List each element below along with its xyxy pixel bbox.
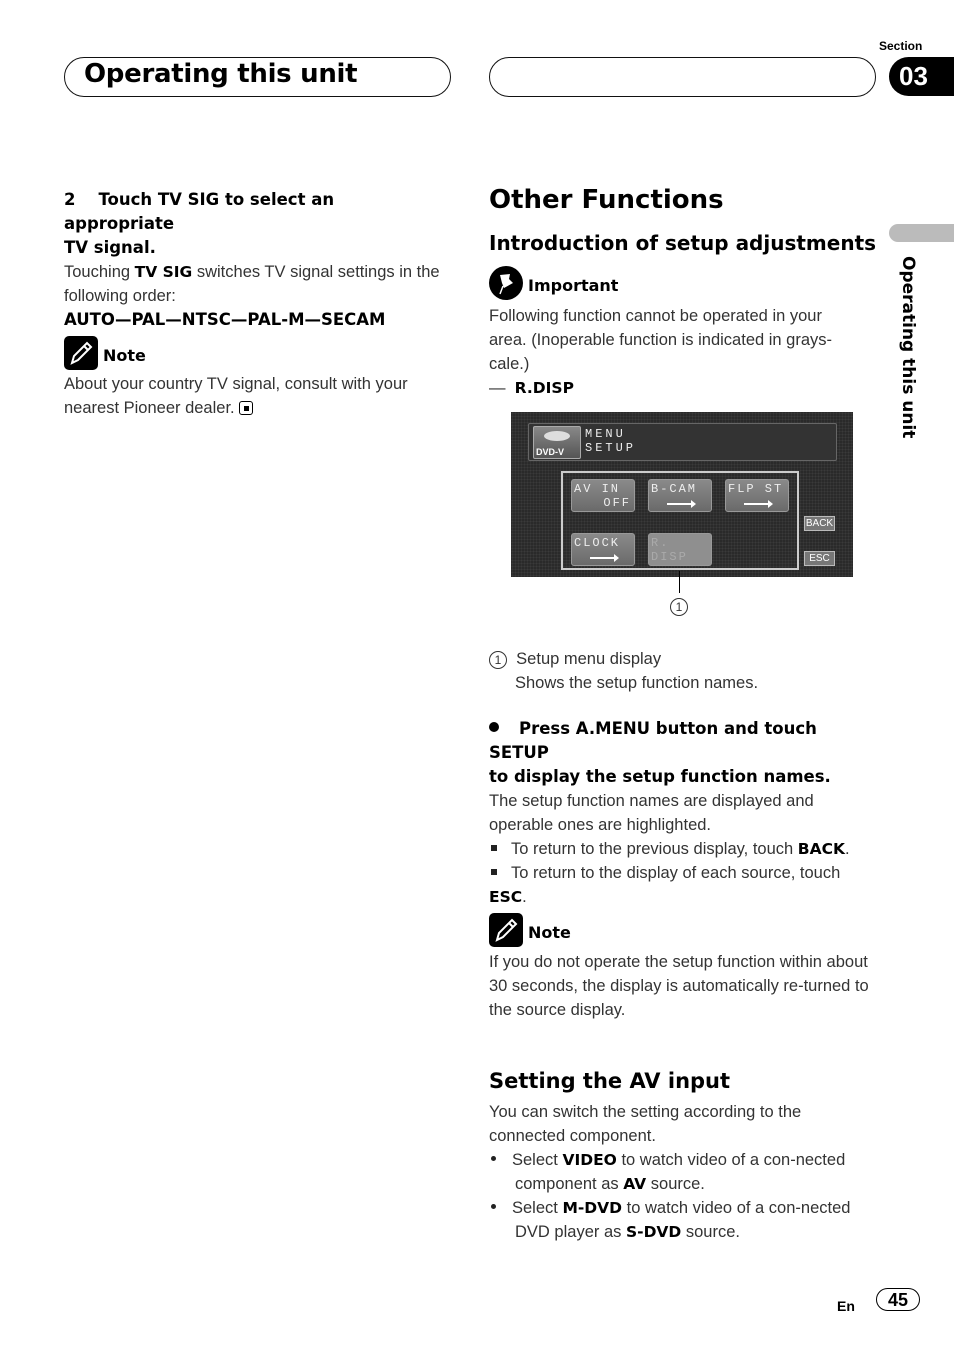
r-disp-button: R. DISP <box>648 533 712 566</box>
clock-label: CLOCK <box>574 536 621 550</box>
av-input-intro: You can switch the setting according to … <box>489 1103 802 1145</box>
side-tab-text: Operating this unit <box>898 256 918 439</box>
right-note-text: If you do not operate the setup function… <box>489 953 869 1019</box>
right-note-heading: Note <box>489 913 571 951</box>
bullet-text: To return to the previous display, touch <box>511 840 798 858</box>
page-number: 45 <box>876 1288 920 1311</box>
dvd-source-icon[interactable]: DVD-V <box>533 426 581 459</box>
bullet-bold: AV <box>623 1175 647 1193</box>
callout-marker: 1 <box>670 596 688 616</box>
important-label: Important <box>528 275 619 295</box>
step-body: Touching TV SIG switches TV signal setti… <box>64 260 444 308</box>
important-item-label: R.DISP <box>514 379 574 397</box>
step-2-block: 2 Touch TV SIG to select an appropriate … <box>64 188 444 332</box>
instruction-heading-line1: Press A.MENU button and touch SETUP <box>489 719 817 762</box>
flp-st-button[interactable]: FLP ST <box>725 479 789 512</box>
bullet-bold: VIDEO <box>562 1151 617 1169</box>
callout-line <box>679 571 680 593</box>
arrow-right-icon <box>667 500 696 508</box>
header-title: Operating this unit <box>84 59 358 89</box>
square-bullet-icon <box>491 869 497 875</box>
bullet-bold: ESC <box>489 888 523 906</box>
step-heading-line2: TV signal. <box>64 238 156 257</box>
end-mark-icon <box>239 401 254 415</box>
arrow-right-icon <box>744 500 773 508</box>
step-number: 2 <box>64 190 76 209</box>
bullet-text: source. <box>681 1223 740 1241</box>
instruction-bullet: To return to the previous display, touch… <box>489 837 874 861</box>
step-text-pre: Touching <box>64 263 135 281</box>
signal-order: AUTO—PAL—NTSC—PAL-M—SECAM <box>64 310 386 329</box>
bullet-text: source. <box>646 1175 705 1193</box>
step-heading-line1: Touch TV SIG to select an appropriate <box>64 190 335 233</box>
callout-number: 1 <box>670 598 688 616</box>
legend-item: 1 Setup menu display <box>489 647 869 671</box>
important-heading: Important <box>489 266 618 304</box>
av-in-button[interactable]: AV IN OFF <box>571 479 635 512</box>
bullet-bold: M-DVD <box>562 1199 623 1217</box>
step-text-bold: TV SIG <box>134 263 193 281</box>
left-note-text-block: About your country TV signal, consult wi… <box>64 372 439 420</box>
legend-number: 1 <box>489 651 507 669</box>
square-bullet-icon <box>491 845 497 851</box>
header-blank-frame <box>489 57 876 97</box>
setup-menu-screen: DVD-V MENU SETUP AV IN OFF B-CAM FLP ST … <box>511 412 853 577</box>
av-input-bullet: Select VIDEO to watch video of a con-nec… <box>489 1148 874 1196</box>
screen-menu-title: MENU SETUP <box>585 427 636 455</box>
important-item: — R.DISP <box>489 376 574 400</box>
legend-title: Setup menu display <box>516 650 662 668</box>
screen-menu-line2: SETUP <box>585 441 637 455</box>
legend-block: 1 Setup menu display Shows the setup fun… <box>489 647 869 695</box>
bullet-bold: S-DVD <box>625 1223 682 1241</box>
arrow-right-icon <box>590 554 619 562</box>
instruction-heading-line2: to display the setup function names. <box>489 767 831 786</box>
bullet-text: To return to the display of each source,… <box>511 864 841 882</box>
important-text: Following function cannot be operated in… <box>489 307 833 373</box>
b-cam-button[interactable]: B-CAM <box>648 479 712 512</box>
clock-button[interactable]: CLOCK <box>571 533 635 566</box>
important-item-dash: — <box>489 379 506 397</box>
left-note-heading: Note <box>64 336 146 374</box>
left-note-text: About your country TV signal, consult wi… <box>64 375 408 417</box>
language-label: En <box>837 1298 855 1314</box>
av-input-block: You can switch the setting according to … <box>489 1100 874 1244</box>
side-tab-marker <box>889 224 954 242</box>
source-logo-text: DVD-V <box>536 447 565 457</box>
bullet-text: Select <box>512 1199 563 1217</box>
section-label: Section <box>879 39 923 53</box>
step-heading: 2 Touch TV SIG to select an appropriate … <box>64 188 444 260</box>
bullet-post: . <box>844 840 850 858</box>
pushpin-important-icon <box>489 266 523 304</box>
instruction-block: Press A.MENU button and touch SETUP to d… <box>489 717 874 909</box>
pencil-note-icon <box>489 913 523 951</box>
bullet-post: . <box>522 888 527 906</box>
other-functions-title: Other Functions <box>489 185 724 215</box>
left-note-label: Note <box>103 345 146 365</box>
screen-menu-line1: MENU <box>585 427 626 441</box>
r-disp-label: R. DISP <box>651 536 688 564</box>
instruction-heading: Press A.MENU button and touch SETUP to d… <box>489 717 874 789</box>
instruction-text: The setup function names are displayed a… <box>489 792 814 834</box>
bullet-text: Select <box>512 1151 563 1169</box>
flp-st-label: FLP ST <box>728 482 784 496</box>
av-in-label: AV IN <box>574 482 621 496</box>
b-cam-label: B-CAM <box>651 482 698 496</box>
bullet-dot-icon <box>489 722 499 732</box>
av-in-value: OFF <box>603 496 631 510</box>
back-button[interactable]: BACK <box>804 516 835 531</box>
disc-icon <box>544 431 570 441</box>
bullet-bold: BACK <box>797 840 845 858</box>
section-number-tab: 03 <box>889 57 954 96</box>
av-input-title: Setting the AV input <box>489 1069 731 1093</box>
legend-desc: Shows the setup function names. <box>515 674 759 692</box>
av-input-bullet: Select M-DVD to watch video of a con-nec… <box>489 1196 874 1244</box>
bullet-dot-icon <box>491 1156 496 1161</box>
right-note-label: Note <box>528 922 571 942</box>
esc-button[interactable]: ESC <box>804 551 835 566</box>
pencil-note-icon <box>64 336 98 374</box>
setup-adjustments-subtitle: Introduction of setup adjustments <box>489 231 877 255</box>
bullet-dot-icon <box>491 1204 496 1209</box>
instruction-bullet: To return to the display of each source,… <box>489 861 874 909</box>
